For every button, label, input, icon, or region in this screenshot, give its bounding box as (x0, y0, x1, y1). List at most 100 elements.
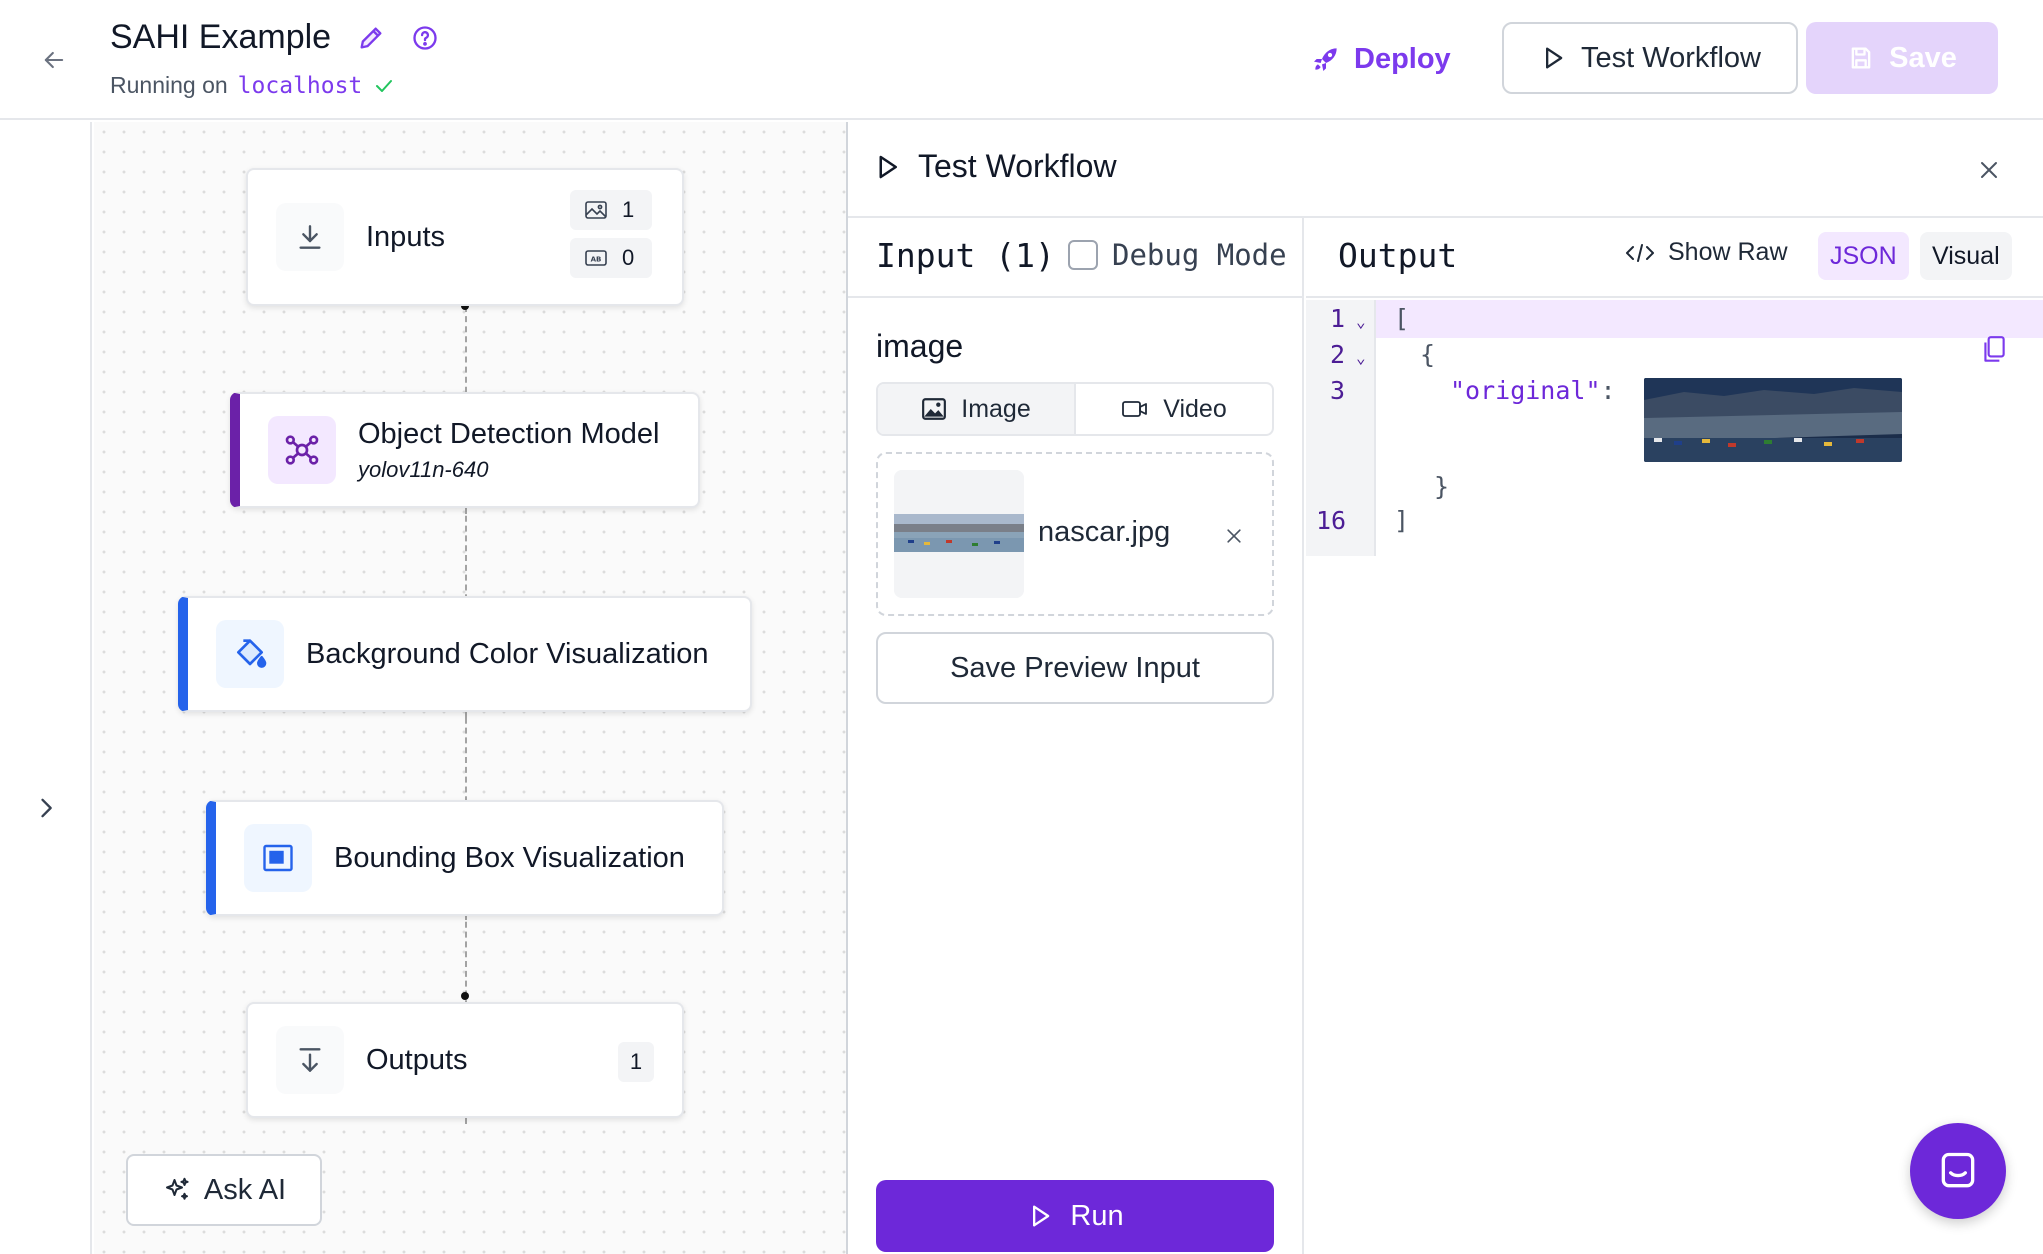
code-key: "original": (1450, 376, 1616, 405)
close-panel-button[interactable] (1973, 154, 2005, 186)
code-close-bracket: ] (1394, 506, 1410, 535)
sparkles-icon (165, 1177, 189, 1200)
show-raw-button[interactable]: Show Raw (1624, 238, 1788, 267)
image-field-label: image (876, 328, 964, 364)
output-count: 1 (618, 1042, 654, 1082)
image-tab-label: Image (961, 394, 1031, 423)
active-line-highlight (1376, 300, 2043, 338)
fold-toggle[interactable]: ⌄ (1356, 312, 1366, 331)
pencil-icon (360, 27, 382, 48)
running-status: Running on localhost (110, 72, 396, 99)
text-input-count-value: 0 (622, 245, 635, 270)
line-number: 1 (1330, 304, 1346, 333)
deploy-button[interactable]: Deploy (1310, 26, 1470, 92)
show-raw-label: Show Raw (1668, 238, 1788, 266)
code-icon (1626, 243, 1654, 262)
visual-view-tab[interactable]: Visual (1920, 232, 2012, 280)
play-icon (879, 155, 897, 178)
close-icon (1981, 162, 1997, 178)
network-icon (285, 435, 319, 465)
arrow-left-icon (44, 51, 64, 69)
running-host: localhost (237, 72, 363, 99)
collapsed-sidebar (0, 122, 92, 1254)
panel-header: Test Workflow (848, 122, 2043, 218)
node-bbox-label: Bounding Box Visualization (334, 841, 685, 874)
download-icon (299, 1048, 321, 1072)
node-detection-icon-wrap (268, 416, 336, 484)
rocket-icon (1314, 48, 1337, 71)
debug-mode-toggle[interactable]: Debug Mode (1068, 238, 1287, 272)
json-view-tab[interactable]: JSON (1818, 232, 1909, 280)
panel-title: Test Workflow (872, 148, 1117, 185)
file-dropzone[interactable]: nascar.jpg (876, 452, 1274, 616)
help-circle-icon (413, 25, 437, 50)
running-label: Running on (110, 72, 228, 98)
code-key-text: "original" (1450, 376, 1601, 405)
node-bbox-icon-wrap (244, 824, 312, 892)
back-button[interactable] (36, 42, 72, 78)
node-bg-label: Background Color Visualization (306, 637, 709, 670)
test-workflow-button[interactable]: Test Workflow (1502, 22, 1798, 94)
top-bar: SAHI Example Running on localhost Deploy… (0, 0, 2043, 120)
copy-output-button[interactable] (1978, 332, 2010, 368)
test-workflow-label: Test Workflow (1581, 41, 1761, 74)
remove-file-button[interactable] (1220, 522, 1248, 550)
ask-ai-button[interactable]: Ask AI (126, 1154, 322, 1226)
download-icon (299, 225, 321, 249)
edge-handle (461, 992, 469, 1000)
node-outputs-label: Outputs (366, 1043, 468, 1076)
save-preview-input-button[interactable]: Save Preview Input (876, 632, 1274, 704)
input-title: Input (1) (876, 236, 1055, 275)
save-button[interactable]: Save (1806, 22, 1998, 94)
json-output-viewer: 1 ⌄ 2 ⌄ 3 16 [ { "original":}] (1306, 300, 2043, 556)
ask-ai-label: Ask AI (203, 1173, 287, 1206)
image-icon (585, 201, 607, 219)
edit-title-button[interactable] (357, 24, 385, 52)
node-detection-model: yolov11n-640 (358, 456, 489, 482)
chevron-right-icon (41, 798, 52, 818)
image-tab[interactable]: Image (878, 384, 1076, 434)
input-header: Input (1) Debug Mode (848, 218, 1304, 298)
file-thumbnail (894, 470, 1024, 598)
image-icon (922, 398, 947, 420)
video-icon (1122, 401, 1148, 417)
debug-mode-label: Debug Mode (1112, 238, 1287, 272)
play-icon (1546, 47, 1563, 69)
video-tab[interactable]: Video (1076, 384, 1272, 434)
node-detection-text: Object Detection Model yolov11n-640 (358, 418, 659, 483)
run-button[interactable]: Run (876, 1180, 1274, 1252)
chat-support-button[interactable] (1910, 1123, 2006, 1219)
node-object-detection[interactable]: Object Detection Model yolov11n-640 (230, 392, 700, 508)
node-inputs-icon-wrap (276, 203, 344, 271)
expand-sidebar-button[interactable] (28, 790, 64, 826)
output-section: Output Show Raw JSON Visual 1 ⌄ 2 ⌄ 3 16… (1306, 218, 2043, 1254)
node-bounding-box-visualization[interactable]: Bounding Box Visualization (206, 800, 724, 916)
panel-title-text: Test Workflow (918, 148, 1117, 184)
node-inputs[interactable]: Inputs 1 AB 0 (246, 168, 684, 306)
save-label: Save (1889, 41, 1957, 74)
node-outputs-icon-wrap (276, 1026, 344, 1094)
text-input-count: AB 0 (570, 238, 652, 278)
line-number: 2 (1330, 340, 1346, 369)
code-open-bracket: [ (1394, 304, 1410, 333)
input-section: Input (1) Debug Mode image Image Video n… (848, 218, 1304, 1254)
svg-text:AB: AB (591, 256, 602, 264)
debug-mode-checkbox[interactable] (1068, 240, 1098, 270)
workflow-canvas[interactable]: Inputs 1 AB 0 Object Detection Model yol… (94, 122, 846, 1254)
node-background-color-visualization[interactable]: Background Color Visualization (178, 596, 752, 712)
output-header: Output Show Raw JSON Visual (1306, 218, 2043, 298)
code-colon: : (1600, 376, 1616, 405)
image-input-count-value: 1 (622, 197, 635, 222)
node-outputs[interactable]: Outputs 1 (246, 1002, 684, 1118)
fold-toggle[interactable]: ⌄ (1356, 348, 1366, 367)
save-icon (1851, 47, 1871, 69)
deploy-label: Deploy (1354, 42, 1451, 75)
video-tab-label: Video (1163, 394, 1227, 423)
test-workflow-panel: Test Workflow Input (1) Debug Mode image… (846, 122, 2043, 1254)
output-image-preview[interactable] (1644, 378, 1902, 462)
bounding-box-icon (263, 844, 293, 872)
help-button[interactable] (411, 24, 439, 52)
output-count-value: 1 (629, 1049, 643, 1074)
code-open-brace: { (1420, 340, 1436, 369)
file-name: nascar.jpg (1038, 516, 1171, 548)
